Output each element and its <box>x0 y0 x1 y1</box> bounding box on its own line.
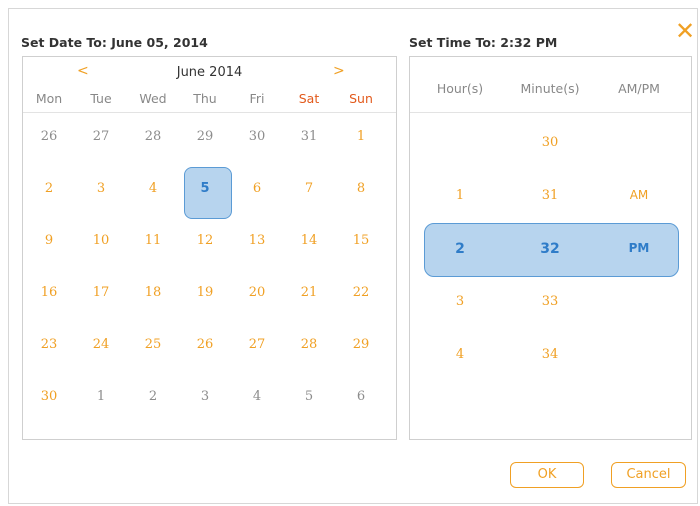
calendar-day[interactable]: 21 <box>283 269 335 317</box>
hour-option[interactable]: 2 <box>415 241 505 257</box>
calendar-header: < June 2014 > Mon Tue Wed Thu Fri Sat Su… <box>23 57 396 113</box>
calendar-day[interactable]: 7 <box>283 165 335 213</box>
weekday-sun: Sun <box>349 91 373 106</box>
calendar-day[interactable]: 6 <box>335 373 387 421</box>
time-panel: Hour(s) Minute(s) AM/PM 1 2 3 4 30 31 32 33 34 AM… <box>409 56 692 440</box>
weekday-mon: Mon <box>35 91 63 106</box>
ampm-option[interactable]: AM <box>594 188 684 202</box>
calendar-day-selected[interactable]: 5 <box>179 165 231 213</box>
calendar-day[interactable]: 20 <box>231 269 283 317</box>
minute-option[interactable]: 30 <box>505 135 595 150</box>
time-header: Hour(s) Minute(s) AM/PM <box>410 57 691 113</box>
minute-option[interactable]: 32 <box>505 241 595 257</box>
ok-button[interactable]: OK <box>510 462 584 488</box>
calendar-day[interactable]: 27 <box>231 321 283 369</box>
calendar-day[interactable]: 31 <box>283 113 335 161</box>
calendar-day[interactable]: 14 <box>283 217 335 265</box>
calendar-day[interactable]: 28 <box>127 113 179 161</box>
ampm-header: AM/PM <box>618 81 660 96</box>
calendar-day[interactable]: 1 <box>75 373 127 421</box>
time-title: Set Time To: 2:32 PM <box>409 35 558 50</box>
calendar-day[interactable]: 28 <box>283 321 335 369</box>
calendar-day[interactable]: 29 <box>335 321 387 369</box>
minutes-header: Minute(s) <box>520 81 580 96</box>
calendar-day[interactable]: 30 <box>231 113 283 161</box>
calendar-day[interactable]: 2 <box>23 165 75 213</box>
calendar-day[interactable]: 3 <box>179 373 231 421</box>
cancel-button[interactable]: Cancel <box>611 462 686 488</box>
minute-option[interactable]: 31 <box>505 188 595 203</box>
calendar-day[interactable]: 17 <box>75 269 127 317</box>
weekday-thu: Thu <box>193 91 217 106</box>
hours-header: Hour(s) <box>436 81 484 96</box>
hour-option[interactable]: 1 <box>415 188 505 203</box>
ampm-option[interactable]: PM <box>594 241 684 255</box>
calendar-day[interactable]: 6 <box>231 165 283 213</box>
calendar-day[interactable]: 15 <box>335 217 387 265</box>
calendar-day[interactable]: 25 <box>127 321 179 369</box>
calendar-day[interactable]: 30 <box>23 373 75 421</box>
calendar-day[interactable]: 22 <box>335 269 387 317</box>
calendar-day[interactable]: 19 <box>179 269 231 317</box>
calendar-day[interactable]: 27 <box>75 113 127 161</box>
calendar-day[interactable]: 26 <box>179 321 231 369</box>
weekday-wed: Wed <box>139 91 167 106</box>
close-icon[interactable]: ✕ <box>672 18 698 44</box>
minute-option[interactable]: 33 <box>505 294 595 309</box>
calendar-day[interactable]: 1 <box>335 113 387 161</box>
date-title: Set Date To: June 05, 2014 <box>21 35 208 50</box>
calendar-day[interactable]: 9 <box>23 217 75 265</box>
calendar-day[interactable]: 8 <box>335 165 387 213</box>
calendar-day[interactable]: 18 <box>127 269 179 317</box>
calendar-day[interactable]: 16 <box>23 269 75 317</box>
next-month-button[interactable]: > <box>333 63 345 79</box>
calendar-day[interactable]: 29 <box>179 113 231 161</box>
weekday-fri: Fri <box>249 91 265 106</box>
minute-option[interactable]: 34 <box>505 347 595 362</box>
calendar-day[interactable]: 26 <box>23 113 75 161</box>
calendar-day[interactable]: 4 <box>231 373 283 421</box>
hour-option[interactable]: 4 <box>415 347 505 362</box>
calendar-day[interactable]: 3 <box>75 165 127 213</box>
calendar-day[interactable]: 13 <box>231 217 283 265</box>
calendar-day[interactable]: 4 <box>127 165 179 213</box>
calendar-day[interactable]: 24 <box>75 321 127 369</box>
calendar-day[interactable]: 5 <box>283 373 335 421</box>
calendar-day[interactable]: 10 <box>75 217 127 265</box>
calendar-day[interactable]: 2 <box>127 373 179 421</box>
weekday-header: Mon Tue Wed Thu Fri Sat Sun <box>23 91 396 109</box>
calendar-day[interactable]: 11 <box>127 217 179 265</box>
weekday-sat: Sat <box>298 91 320 106</box>
hour-option[interactable]: 3 <box>415 294 505 309</box>
calendar-day[interactable]: 23 <box>23 321 75 369</box>
calendar-panel: < June 2014 > Mon Tue Wed Thu Fri Sat Su… <box>22 56 397 440</box>
weekday-tue: Tue <box>90 91 112 106</box>
calendar-day[interactable]: 12 <box>179 217 231 265</box>
